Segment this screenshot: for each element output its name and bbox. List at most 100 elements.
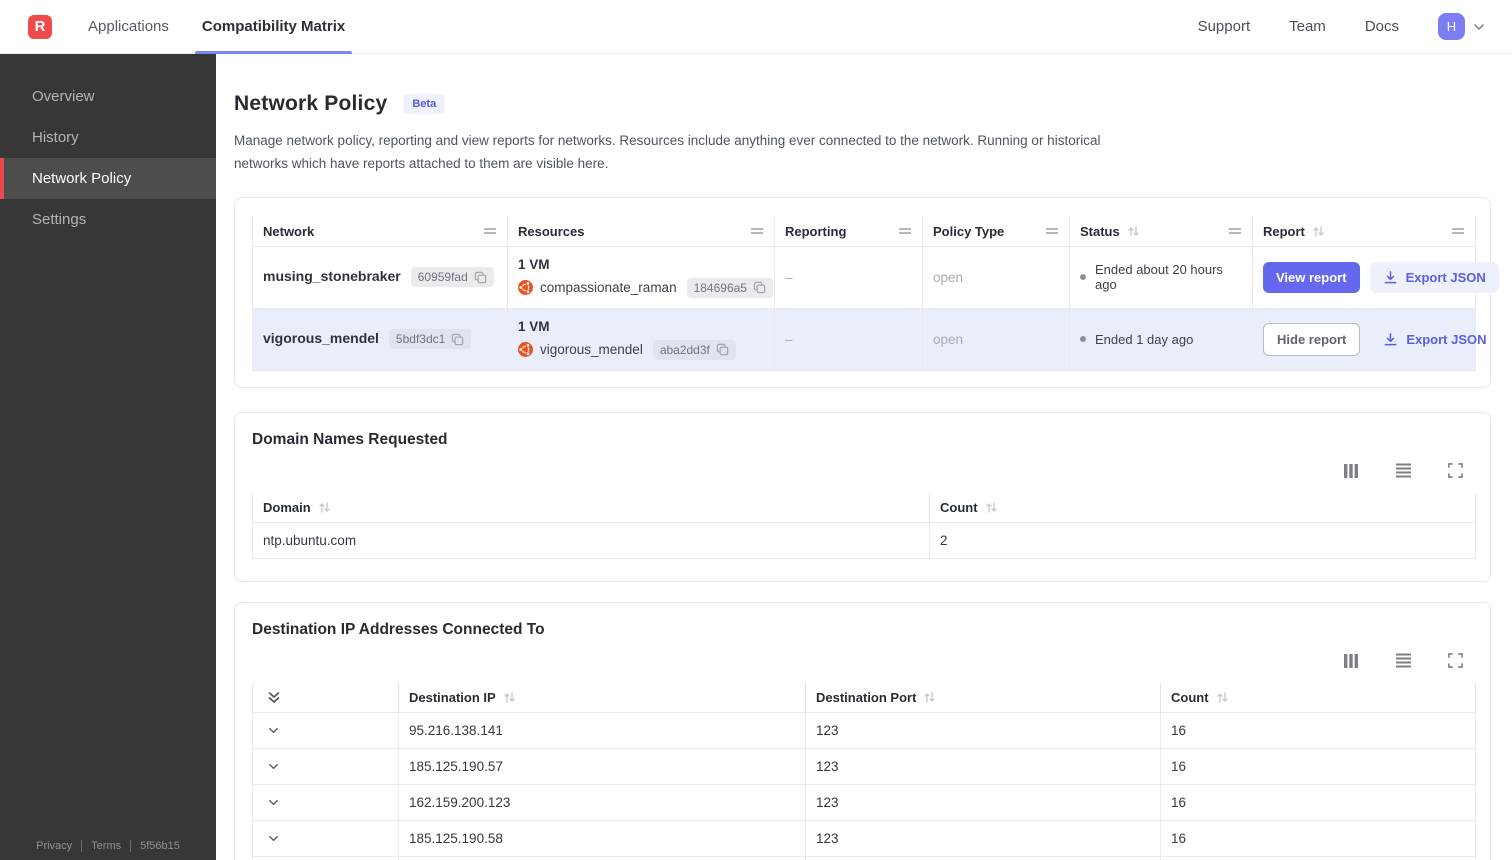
column-header-policy-type: Policy Type bbox=[922, 216, 1070, 247]
status-dot-icon bbox=[1080, 274, 1086, 281]
divider bbox=[130, 840, 132, 852]
destination-row[interactable]: 185.125.190.58 123 16 bbox=[252, 819, 1476, 857]
column-label: Network bbox=[263, 223, 315, 239]
expand-row-icon[interactable] bbox=[267, 724, 388, 737]
column-header-destination-port[interactable]: Destination Port bbox=[805, 682, 1161, 713]
nav-link-docs[interactable]: Docs bbox=[1365, 18, 1399, 35]
destination-row[interactable]: 185.125.190.57 123 16 bbox=[252, 747, 1476, 785]
column-label: Reporting bbox=[785, 223, 847, 239]
sort-icon[interactable] bbox=[318, 501, 331, 514]
download-icon bbox=[1383, 332, 1398, 347]
terms-link[interactable]: Terms bbox=[91, 840, 121, 852]
sidebar-item-history[interactable]: History bbox=[0, 117, 216, 158]
expand-row-icon[interactable] bbox=[267, 796, 388, 809]
column-drag-handle-icon[interactable] bbox=[483, 227, 497, 235]
expand-all-icon[interactable] bbox=[267, 690, 388, 705]
sort-icon[interactable] bbox=[1312, 225, 1325, 238]
nav-link-support[interactable]: Support bbox=[1198, 18, 1251, 35]
sidebar-footer: Privacy Terms 5f56b15 bbox=[0, 840, 216, 852]
resource-count: 1 VM bbox=[518, 318, 550, 334]
columns-icon[interactable] bbox=[1343, 653, 1359, 669]
policy-type-value: open bbox=[922, 307, 1070, 371]
network-hash-badge: 5bdf3dc1 bbox=[388, 329, 472, 350]
copy-icon[interactable] bbox=[716, 343, 729, 356]
expand-row-icon[interactable] bbox=[267, 832, 388, 845]
destination-ip-value: 185.125.190.57 bbox=[398, 747, 806, 785]
column-header-report[interactable]: Report bbox=[1252, 216, 1476, 247]
column-drag-handle-icon[interactable] bbox=[750, 227, 764, 235]
sort-icon[interactable] bbox=[923, 691, 936, 704]
copy-icon[interactable] bbox=[451, 333, 464, 346]
columns-icon[interactable] bbox=[1343, 463, 1359, 479]
column-label: Destination IP bbox=[409, 689, 496, 705]
view-report-button[interactable]: View report bbox=[1263, 261, 1360, 293]
domains-table: Domain Count ntp.ubuntu.com 2 bbox=[252, 492, 1476, 559]
user-menu[interactable]: H bbox=[1438, 13, 1486, 40]
domain-row[interactable]: ntp.ubuntu.com 2 bbox=[252, 521, 1476, 559]
destination-row[interactable]: 95.216.138.141 123 16 bbox=[252, 711, 1476, 749]
column-header-destination-ip[interactable]: Destination IP bbox=[398, 682, 806, 713]
card-title: Domain Names Requested bbox=[252, 430, 448, 448]
fullscreen-icon[interactable] bbox=[1448, 463, 1463, 479]
resource-name: vigorous_mendel bbox=[540, 342, 643, 358]
ubuntu-icon bbox=[518, 342, 533, 358]
destination-ip-value: 95.216.138.141 bbox=[398, 711, 806, 749]
copy-icon[interactable] bbox=[753, 281, 766, 294]
column-drag-handle-icon[interactable] bbox=[1228, 227, 1242, 235]
row-density-icon[interactable] bbox=[1395, 653, 1412, 668]
export-json-button[interactable]: Export JSON bbox=[1370, 324, 1499, 355]
status-text: Ended about 20 hours ago bbox=[1095, 262, 1223, 293]
top-navigation: R Applications Compatibility Matrix Supp… bbox=[0, 0, 1512, 54]
count-value: 16 bbox=[1160, 819, 1476, 857]
page-title: Network Policy bbox=[234, 92, 388, 115]
sidebar: Overview History Network Policy Settings… bbox=[0, 54, 216, 860]
column-label: Policy Type bbox=[933, 223, 1005, 239]
network-row-musing-stonebraker[interactable]: musing_stonebraker 60959fad 1 VM compassi… bbox=[252, 245, 1499, 309]
column-drag-handle-icon[interactable] bbox=[898, 227, 912, 235]
hide-report-button[interactable]: Hide report bbox=[1263, 322, 1361, 356]
sort-icon[interactable] bbox=[1127, 225, 1140, 238]
destination-port-value: 123 bbox=[805, 711, 1161, 749]
nav-link-team[interactable]: Team bbox=[1289, 18, 1326, 35]
count-value: 16 bbox=[1160, 855, 1476, 860]
column-header-count[interactable]: Count bbox=[929, 492, 1476, 523]
export-json-button[interactable]: Export JSON bbox=[1369, 261, 1499, 293]
column-label: Resources bbox=[518, 223, 585, 239]
column-header-status[interactable]: Status bbox=[1069, 216, 1253, 247]
sidebar-item-overview[interactable]: Overview bbox=[0, 76, 216, 117]
sort-icon[interactable] bbox=[1216, 691, 1229, 704]
expand-row-icon[interactable] bbox=[267, 760, 388, 773]
tab-compatibility-matrix[interactable]: Compatibility Matrix bbox=[194, 0, 353, 54]
avatar[interactable]: H bbox=[1438, 13, 1465, 40]
table-toolbar bbox=[252, 463, 1473, 479]
column-header-domain[interactable]: Domain bbox=[252, 492, 930, 523]
export-json-label: Export JSON bbox=[1405, 269, 1486, 285]
sort-icon[interactable] bbox=[503, 691, 516, 704]
network-name: vigorous_mendel bbox=[263, 330, 379, 347]
column-drag-handle-icon[interactable] bbox=[1045, 227, 1059, 235]
destination-ip-value: 185.125.190.58 bbox=[398, 819, 806, 857]
build-version: 5f56b15 bbox=[140, 840, 180, 852]
copy-icon[interactable] bbox=[474, 271, 487, 284]
column-header-resources: Resources bbox=[507, 216, 775, 247]
column-label: Count bbox=[1171, 689, 1209, 705]
reporting-value: – bbox=[774, 245, 923, 309]
sort-icon[interactable] bbox=[985, 501, 998, 514]
destination-row[interactable]: 95.216.100.21 123 16 bbox=[252, 855, 1476, 860]
status-dot-icon bbox=[1080, 336, 1086, 343]
sidebar-item-network-policy[interactable]: Network Policy bbox=[0, 158, 216, 199]
export-json-label: Export JSON bbox=[1406, 331, 1487, 347]
fullscreen-icon[interactable] bbox=[1448, 653, 1463, 669]
app-logo[interactable]: R bbox=[28, 14, 52, 39]
destination-ip-value: 95.216.100.21 bbox=[398, 855, 806, 860]
destination-row[interactable]: 162.159.200.123 123 16 bbox=[252, 783, 1476, 821]
sidebar-item-settings[interactable]: Settings bbox=[0, 199, 216, 240]
domain-value: ntp.ubuntu.com bbox=[252, 521, 930, 559]
tab-applications[interactable]: Applications bbox=[88, 0, 169, 54]
privacy-link[interactable]: Privacy bbox=[36, 840, 72, 852]
network-row-vigorous-mendel[interactable]: vigorous_mendel 5bdf3dc1 1 VM vigorous_me… bbox=[252, 307, 1487, 371]
row-density-icon[interactable] bbox=[1395, 463, 1412, 478]
column-header-count[interactable]: Count bbox=[1160, 682, 1476, 713]
column-header-network: Network bbox=[252, 216, 508, 247]
column-drag-handle-icon[interactable] bbox=[1451, 227, 1465, 235]
